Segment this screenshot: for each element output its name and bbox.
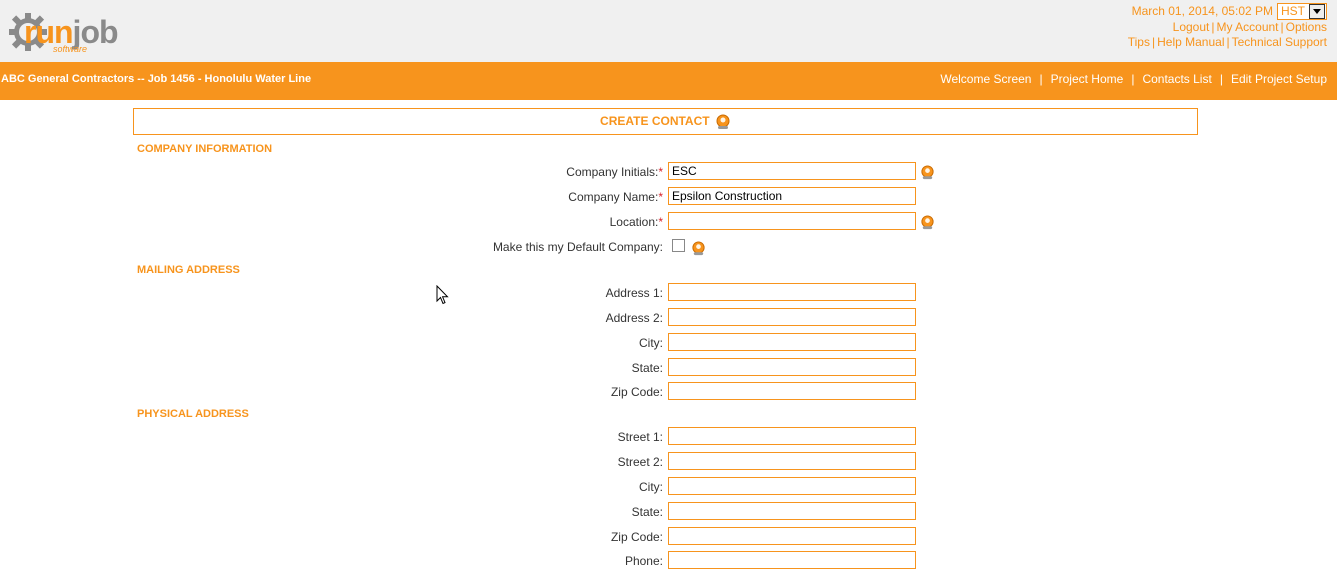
company-name-label-text: Company Name:: [568, 190, 659, 204]
mailing-zip-label: Zip Code:: [610, 385, 663, 399]
mailing-address-heading: MAILING ADDRESS: [137, 264, 240, 276]
header-utility-area: March 01, 2014, 05:02 PM HST Logout | My A…: [1128, 3, 1327, 50]
company-initials-row: Company Initials:*: [0, 162, 1337, 182]
help-links: Tips | Help Manual | Technical Support: [1127, 35, 1327, 49]
timezone-select[interactable]: HST: [1277, 3, 1327, 20]
technical-support-link[interactable]: Technical Support: [1232, 35, 1327, 49]
company-initials-label-text: Company Initials:: [566, 165, 659, 179]
company-name-label: Company Name:*: [568, 190, 663, 204]
location-row: Location:*: [0, 212, 1337, 232]
my-account-link[interactable]: My Account: [1216, 20, 1278, 34]
page-title: CREATE CONTACT: [600, 114, 710, 128]
project-nav-links: Welcome Screen | Project Home | Contacts Lis…: [940, 72, 1327, 86]
physical-street1-input[interactable]: [668, 427, 916, 445]
company-name-input[interactable]: [668, 187, 916, 205]
default-company-label: Make this my Default Company:: [492, 240, 663, 254]
mailing-state-input[interactable]: [668, 358, 916, 376]
logout-link[interactable]: Logout: [1173, 20, 1210, 34]
current-datetime: March 01, 2014, 05:02 PM: [1131, 4, 1273, 18]
physical-street2-label: Street 2:: [617, 455, 663, 469]
project-home-link[interactable]: Project Home: [1051, 72, 1124, 86]
mailing-address2-label: Address 2:: [605, 311, 663, 325]
timezone-value: HST: [1281, 4, 1305, 18]
physical-city-label: City:: [639, 480, 663, 494]
company-name-row: Company Name:*: [0, 187, 1337, 207]
default-company-row: Make this my Default Company:: [0, 237, 1337, 257]
required-marker: *: [658, 165, 663, 179]
physical-state-input[interactable]: [668, 502, 916, 520]
company-information-heading: COMPANY INFORMATION: [137, 143, 273, 155]
create-contact-header: CREATE CONTACT: [133, 108, 1198, 135]
help-icon[interactable]: [715, 114, 731, 130]
mouse-cursor-icon: [436, 285, 449, 305]
physical-state-label: State:: [631, 505, 663, 519]
physical-city-input[interactable]: [668, 477, 916, 495]
company-initials-label: Company Initials:*: [566, 165, 663, 179]
mailing-state-label: State:: [631, 361, 663, 375]
mailing-city-label: City:: [639, 336, 663, 350]
mailing-address1-label: Address 1:: [605, 286, 663, 300]
options-link[interactable]: Options: [1286, 20, 1327, 34]
phone-label: Phone:: [624, 554, 663, 568]
mailing-zip-row: Zip Code:: [0, 382, 1337, 402]
company-initials-input[interactable]: [668, 162, 916, 180]
project-title: ABC General Contractors -- Job 1456 - Ho…: [1, 73, 312, 85]
account-links: Logout | My Account | Options: [1172, 20, 1327, 34]
required-marker: *: [658, 190, 663, 204]
mailing-address2-row: Address 2:: [0, 308, 1337, 328]
physical-zip-row: Zip Code:: [0, 527, 1337, 547]
phone-input[interactable]: [668, 551, 916, 569]
mailing-address1-row: Address 1:: [0, 283, 1337, 303]
physical-street2-row: Street 2:: [0, 452, 1337, 472]
physical-zip-input[interactable]: [668, 527, 916, 545]
physical-city-row: City:: [0, 477, 1337, 497]
physical-street1-label: Street 1:: [617, 430, 663, 444]
chevron-down-icon[interactable]: [1309, 4, 1325, 19]
help-icon[interactable]: [920, 165, 935, 180]
physical-state-row: State:: [0, 502, 1337, 522]
location-input[interactable]: [668, 212, 916, 230]
physical-street2-input[interactable]: [668, 452, 916, 470]
location-label: Location:*: [610, 215, 663, 229]
help-icon[interactable]: [920, 215, 935, 230]
mailing-address2-input[interactable]: [668, 308, 916, 326]
logo-subtitle: software: [53, 44, 88, 54]
physical-zip-label: Zip Code:: [610, 530, 663, 544]
top-header: runjob software March 01, 2014, 05:02 PM…: [0, 0, 1337, 62]
project-navbar: ABC General Contractors -- Job 1456 - Ho…: [0, 62, 1337, 100]
physical-address-heading: PHYSICAL ADDRESS: [137, 408, 249, 420]
welcome-screen-link[interactable]: Welcome Screen: [940, 72, 1031, 86]
physical-street1-row: Street 1:: [0, 427, 1337, 447]
mailing-state-row: State:: [0, 358, 1337, 378]
default-company-checkbox[interactable]: [672, 239, 685, 252]
required-marker: *: [658, 215, 663, 229]
tips-link[interactable]: Tips: [1128, 35, 1150, 49]
mailing-city-row: City:: [0, 333, 1337, 353]
contacts-list-link[interactable]: Contacts List: [1142, 72, 1211, 86]
edit-project-setup-link[interactable]: Edit Project Setup: [1231, 72, 1327, 86]
mailing-zip-input[interactable]: [668, 382, 916, 400]
runjob-logo[interactable]: runjob software: [8, 10, 138, 54]
location-label-text: Location:: [609, 215, 659, 229]
help-manual-link[interactable]: Help Manual: [1157, 35, 1224, 49]
mailing-address1-input[interactable]: [668, 283, 916, 301]
mailing-city-input[interactable]: [668, 333, 916, 351]
help-icon[interactable]: [691, 241, 706, 256]
phone-row: Phone:: [0, 551, 1337, 571]
